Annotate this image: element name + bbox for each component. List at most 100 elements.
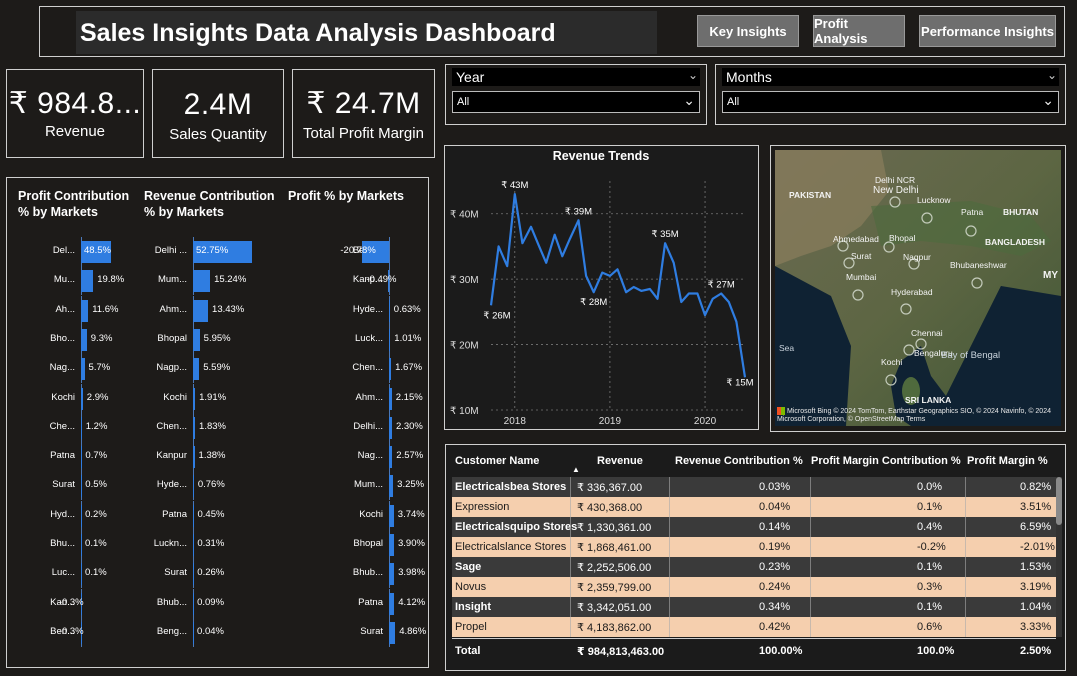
map-attribution: Microsoft Bing © 2024 TomTom, Earthstar … (777, 407, 1061, 424)
table-scrollbar-thumb[interactable] (1056, 477, 1062, 525)
bar-category-label: Patna (358, 596, 383, 608)
cell-customer-name: Electricalsbea Stores (455, 481, 567, 493)
revenue-kpi-card: ₹ 984.8... Revenue (6, 69, 144, 158)
cell-revenue-contribution: 0.19% (759, 541, 791, 553)
table-row[interactable]: Novus ₹ 2,359,799.00 0.24% 0.3% 3.19% (452, 577, 1056, 597)
sales-quantity-kpi-value: 2.4M (183, 88, 253, 121)
title-box: Sales Insights Data Analysis Dashboard (76, 11, 657, 54)
chevron-down-icon[interactable]: ⌄ (1042, 92, 1054, 109)
cell-profit-margin-contribution: 0.0% (917, 481, 943, 493)
bar-row[interactable]: Ahm... 2.15% (7, 383, 427, 413)
key-insights-button[interactable]: Key Insights (697, 15, 799, 47)
bar[interactable] (389, 504, 394, 527)
bar-row[interactable]: Kanp... -0.49% (7, 266, 427, 296)
bar-row[interactable]: Chen... 1.67% (7, 354, 427, 384)
cell-divider (965, 577, 966, 597)
cell-divider (965, 477, 966, 497)
bar-row[interactable]: Delhi... 2.30% (7, 412, 427, 442)
cell-customer-name: Insight (455, 601, 492, 613)
map-label-chennai: Chennai (911, 328, 943, 338)
map-svg: PAKISTAN Delhi NCR New Delhi Lucknow Pat… (775, 150, 1061, 426)
year-slicer[interactable]: Year ⌄ All ⌄ (445, 64, 707, 125)
months-slicer[interactable]: Months ⌄ All ⌄ (715, 64, 1066, 125)
col-header-profit-margin-contribution[interactable]: Profit Margin Contribution % (811, 455, 961, 467)
bar[interactable] (389, 387, 392, 410)
cell-divider (669, 557, 670, 577)
table-scrollbar[interactable] (1056, 477, 1062, 637)
bar-row[interactable]: Bhub... 3.98% (7, 559, 427, 589)
map-label-pakistan: PAKISTAN (789, 190, 831, 200)
bar[interactable] (389, 621, 396, 644)
bar[interactable] (389, 534, 394, 556)
cell-divider (570, 497, 571, 517)
bar-row[interactable]: Luck... 1.01% (7, 324, 427, 354)
data-label: ₹ 39M (565, 206, 592, 217)
cell-customer-name: Expression (455, 501, 510, 513)
bar[interactable] (389, 592, 395, 615)
bar-row[interactable]: Kochi 3.74% (7, 500, 427, 530)
bar-row[interactable]: Hyde... 0.63% (7, 295, 427, 325)
col-header-revenue[interactable]: Revenue (597, 455, 643, 467)
cell-profit-margin: 3.19% (1020, 581, 1052, 593)
map-label-hyderabad: Hyderabad (891, 287, 933, 297)
cell-profit-margin-contribution: 0.3% (917, 581, 943, 593)
bar-value-label: 3.25% (397, 479, 425, 491)
map-label-bhutan: BHUTAN (1003, 207, 1038, 217)
table-row[interactable]: Propel ₹ 4,183,862.00 0.42% 0.6% 3.33% (452, 617, 1056, 637)
total-profit-margin: 2.50% (1020, 645, 1052, 657)
cell-divider (810, 477, 811, 497)
cell-divider (965, 557, 966, 577)
months-dropdown[interactable]: All ⌄ (722, 91, 1059, 113)
bar[interactable] (389, 446, 393, 469)
bar[interactable] (389, 358, 392, 381)
profit-analysis-button[interactable]: Profit Analysis (813, 15, 905, 47)
x-tick-label: 2018 (504, 416, 527, 427)
chevron-down-icon[interactable]: ⌄ (688, 68, 698, 82)
table-row[interactable]: Sage ₹ 2,252,506.00 0.23% 0.1% 1.53% (452, 557, 1056, 577)
table-row[interactable]: Electricalsbea Stores ₹ 336,367.00 0.03% 0.… (452, 477, 1056, 497)
cell-divider (810, 497, 811, 517)
total-divider (452, 638, 1056, 639)
bar-axis (389, 237, 390, 266)
bar[interactable] (389, 475, 394, 498)
table-row[interactable]: Expression ₹ 430,368.00 0.04% 0.1% 3.51% (452, 497, 1056, 517)
bar[interactable] (389, 563, 395, 586)
chevron-down-icon[interactable]: ⌄ (1047, 68, 1057, 82)
market-map[interactable]: PAKISTAN Delhi NCR New Delhi Lucknow Pat… (770, 145, 1066, 432)
bar-category-label: Kochi (359, 508, 383, 520)
map-terms-link[interactable]: Terms (906, 416, 925, 423)
map-label-bay-of-bengal: Bay of Bengal (941, 350, 1000, 361)
bar-row[interactable]: Surat 4.86% (7, 617, 427, 647)
year-dropdown[interactable]: All ⌄ (452, 91, 700, 113)
bar[interactable] (389, 416, 392, 439)
table-row[interactable]: Electricalslance Stores ₹ 1,868,461.00 0.1… (452, 537, 1056, 557)
bar[interactable] (389, 299, 390, 322)
bar-category-label: Chen... (352, 362, 383, 374)
data-label: ₹ 28M (580, 297, 607, 308)
chevron-down-icon[interactable]: ⌄ (683, 92, 695, 109)
cell-customer-name: Novus (455, 581, 487, 593)
cell-revenue: ₹ 2,252,506.00 (577, 562, 652, 574)
bar-row[interactable]: Nag... 2.57% (7, 442, 427, 472)
cell-customer-name: Sage (455, 561, 482, 573)
cell-profit-margin: 3.33% (1020, 621, 1052, 633)
col-header-revenue-contribution[interactable]: Revenue Contribution % (675, 455, 803, 467)
page-title: Sales Insights Data Analysis Dashboard (80, 19, 556, 47)
bar[interactable] (389, 328, 391, 351)
bar-row[interactable]: Bhopal 3.90% (7, 530, 427, 559)
data-label: ₹ 43M (501, 180, 528, 191)
bar-row[interactable]: Beng...-20.78% (7, 237, 427, 266)
col-header-profit-margin[interactable]: Profit Margin % (967, 455, 1048, 467)
performance-insights-button[interactable]: Performance Insights (919, 15, 1056, 47)
table-row[interactable]: Insight ₹ 3,342,051.00 0.34% 0.1% 1.04% (452, 597, 1056, 617)
sort-ascending-icon[interactable]: ▲ (572, 465, 580, 474)
cell-divider (810, 537, 811, 557)
revenue-kpi-value: ₹ 984.8... (8, 87, 142, 120)
bar-row[interactable]: Mum... 3.25% (7, 471, 427, 501)
table-row[interactable]: Electricalsquipo Stores ₹ 1,330,361.00 0.1… (452, 517, 1056, 537)
total-revenue-contribution: 100.00% (759, 645, 803, 657)
bar-row[interactable]: Patna 4.12% (7, 588, 427, 618)
cell-divider (965, 537, 966, 557)
col-header-customer-name[interactable]: Customer Name (455, 455, 539, 467)
cell-divider (570, 617, 571, 637)
